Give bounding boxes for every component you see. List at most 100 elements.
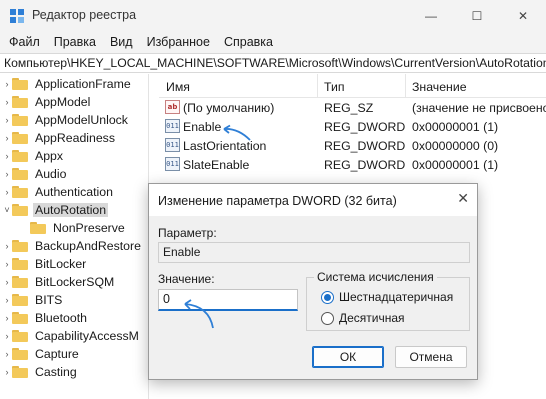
menu-help[interactable]: Справка (224, 35, 273, 49)
value-name: Enable (183, 120, 222, 134)
folder-icon (12, 330, 28, 342)
column-data-header[interactable]: Значение (412, 80, 467, 94)
folder-icon (12, 186, 28, 198)
tree-item-label: ApplicationFrame (35, 77, 131, 91)
tree-item-label: AppReadiness (35, 131, 115, 145)
column-type-header[interactable]: Тип (324, 80, 345, 94)
window-title: Редактор реестра (32, 8, 137, 22)
close-button[interactable]: ✕ (500, 0, 546, 31)
chevron-icon[interactable]: › (2, 309, 12, 327)
column-separator[interactable] (317, 74, 318, 98)
maximize-button[interactable]: ☐ (454, 0, 500, 31)
minimize-icon: — (425, 8, 437, 23)
tree-item[interactable]: › Appx (0, 147, 148, 165)
dialog-close-icon[interactable]: ✕ (457, 190, 469, 207)
tree-item[interactable]: › Bluetooth (0, 309, 148, 327)
tree-item[interactable]: NonPreserve (0, 219, 148, 237)
radio-dec-button[interactable] (321, 311, 334, 325)
tree-item[interactable]: › Capture (0, 345, 148, 363)
radio-hex-button[interactable] (321, 290, 334, 304)
chevron-icon[interactable]: › (2, 147, 12, 165)
menu-bar: Файл Правка Вид Избранное Справка (0, 31, 546, 53)
tree-item[interactable]: › AppReadiness (0, 129, 148, 147)
value-input[interactable]: 0 (158, 289, 298, 311)
menu-favorites[interactable]: Избранное (147, 35, 210, 49)
chevron-icon[interactable]: › (2, 129, 12, 147)
tree-item[interactable]: › Audio (0, 165, 148, 183)
chevron-icon[interactable]: › (2, 255, 12, 273)
folder-icon (12, 294, 28, 306)
tree-item[interactable]: › AppModel (0, 93, 148, 111)
radio-decimal[interactable]: Десятичная (321, 311, 405, 325)
value-name: (По умолчанию) (183, 101, 275, 115)
minimize-button[interactable]: — (408, 0, 454, 31)
tree-item[interactable]: › Authentication (0, 183, 148, 201)
folder-icon (12, 240, 28, 252)
close-icon: ✕ (517, 8, 529, 23)
param-name-field: Enable (158, 242, 470, 263)
address-bar[interactable]: Компьютер\HKEY_LOCAL_MACHINE\SOFTWARE\Mi… (0, 53, 546, 73)
folder-icon (12, 366, 28, 378)
value-data: 0x00000000 (0) (412, 139, 499, 153)
chevron-icon[interactable]: › (2, 93, 12, 111)
chevron-icon[interactable]: › (2, 111, 12, 129)
tree-item-label: BackupAndRestore (35, 239, 141, 253)
tree-item-label: Authentication (35, 185, 113, 199)
tree-item-label: Casting (35, 365, 77, 379)
chevron-icon[interactable]: › (2, 165, 12, 183)
value-label: Значение: (158, 272, 215, 286)
tree-item[interactable]: ˅ AutoRotation (0, 201, 148, 219)
chevron-icon[interactable]: › (2, 345, 12, 363)
folder-icon (12, 150, 28, 162)
chevron-icon[interactable]: › (2, 237, 12, 255)
tree-item-label: Audio (35, 167, 67, 181)
tree-item[interactable]: › ApplicationFrame (0, 75, 148, 93)
column-separator[interactable] (405, 74, 406, 98)
chevron-icon[interactable]: › (2, 327, 12, 345)
cancel-button[interactable]: Отмена (395, 346, 467, 368)
value-row[interactable]: 011 LastOrientation REG_DWORD 0x00000000 (0… (159, 136, 546, 155)
chevron-icon[interactable]: › (2, 363, 12, 381)
chevron-icon[interactable]: › (2, 291, 12, 309)
tree-item[interactable]: › BitLockerSQM (0, 273, 148, 291)
dialog-title-bar: Изменение параметра DWORD (32 бита) ✕ (149, 184, 477, 216)
chevron-icon[interactable]: › (2, 75, 12, 93)
folder-icon (30, 222, 46, 234)
edit-dword-dialog: Изменение параметра DWORD (32 бита) ✕ Па… (148, 183, 478, 380)
folder-icon (12, 132, 28, 144)
tree-item[interactable]: › BackupAndRestore (0, 237, 148, 255)
value-data: (значение не присвоено) (412, 101, 546, 115)
tree-item[interactable]: › Casting (0, 363, 148, 381)
chevron-icon[interactable]: ˅ (2, 201, 12, 219)
tree-item[interactable]: › CapabilityAccessM (0, 327, 148, 345)
folder-icon (12, 276, 28, 288)
value-type: REG_DWORD (324, 120, 406, 134)
radio-hex-label: Шестнадцатеричная (339, 290, 454, 304)
menu-view[interactable]: Вид (110, 35, 133, 49)
chevron-icon[interactable]: › (2, 273, 12, 291)
registry-tree[interactable]: › ApplicationFrame › AppModel › AppModelUnloc… (0, 74, 149, 399)
tree-item[interactable]: › BitLocker (0, 255, 148, 273)
tree-item[interactable]: › BITS (0, 291, 148, 309)
folder-icon (12, 312, 28, 324)
tree-item[interactable]: › AppModelUnlock (0, 111, 148, 129)
menu-edit[interactable]: Правка (54, 35, 96, 49)
value-row[interactable]: 011 SlateEnable REG_DWORD 0x00000001 (1) (159, 155, 546, 174)
value-row[interactable]: 011 Enable REG_DWORD 0x00000001 (1) (159, 117, 546, 136)
radio-hexadecimal[interactable]: Шестнадцатеричная (321, 290, 453, 304)
value-data: 0x00000001 (1) (412, 158, 499, 172)
folder-icon (12, 114, 28, 126)
chevron-icon[interactable]: › (2, 183, 12, 201)
value-type: REG_DWORD (324, 158, 406, 172)
list-header: Имя Тип Значение (159, 74, 546, 98)
radio-dec-label: Десятичная (339, 311, 405, 325)
column-name-header[interactable]: Имя (166, 80, 190, 94)
ok-button[interactable]: ОК (312, 346, 384, 368)
dialog-title: Изменение параметра DWORD (32 бита) (158, 194, 397, 208)
value-type: REG_DWORD (324, 139, 406, 153)
menu-file[interactable]: Файл (9, 35, 40, 49)
value-row[interactable]: ab (По умолчанию) REG_SZ (значение не присв… (159, 98, 546, 117)
folder-icon (12, 348, 28, 360)
dword-value-icon: 011 (165, 119, 180, 133)
